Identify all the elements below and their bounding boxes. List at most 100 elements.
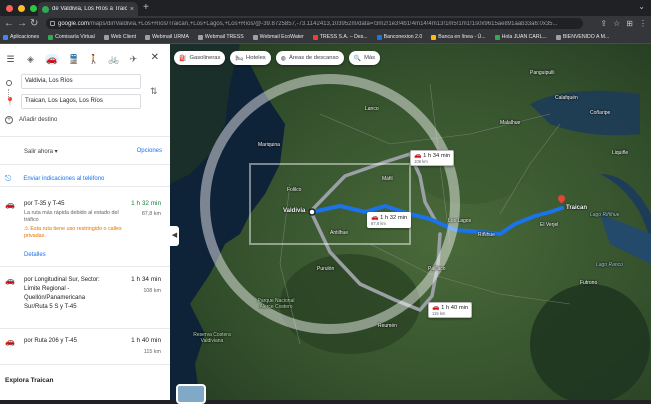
lock-icon <box>50 21 55 26</box>
directions-panel: ☰ ◈ 🚗 🚆 🚶 🚲 ✈ ✕ 📍 Valdivia, Los Ríos Tra… <box>0 44 170 400</box>
add-destination-button[interactable]: + Añadir destino <box>5 116 57 124</box>
mountain-patch <box>530 284 650 400</box>
place-label[interactable]: Máfil <box>382 176 393 182</box>
tab-search-icon[interactable]: ⌄ <box>638 2 645 11</box>
active-tab[interactable]: de Valdivia, Los Ríos a Traica... × <box>38 2 138 16</box>
place-label[interactable]: Coñaripe <box>590 110 610 116</box>
park-label[interactable]: Parque Nacional Alerce Costero <box>254 298 298 310</box>
place-label[interactable]: Paillaco <box>428 266 446 272</box>
tab-close-icon[interactable]: × <box>130 6 134 13</box>
best-mode-icon[interactable]: ◈ <box>25 54 36 65</box>
route-time-box-time: 🚗 1 h 34 min <box>414 152 450 159</box>
flight-mode-icon[interactable]: ✈ <box>128 54 139 65</box>
place-label[interactable]: Purulón <box>317 266 334 272</box>
lake-label[interactable]: Lago Ranco <box>596 262 623 268</box>
bookmark-item[interactable]: Webmail TRESS <box>197 34 244 40</box>
bookmark-favicon-icon <box>431 34 437 40</box>
chip-label: Gasolineras <box>189 55 221 61</box>
route-time-box-3[interactable]: 🚗 1 h 40 min 115 km <box>428 302 473 318</box>
gas-stations-icon: ⛽ <box>179 55 187 62</box>
rest-areas-icon: ◍ <box>280 55 286 62</box>
route-time-box-1[interactable]: 🚗 1 h 34 min 108 km <box>410 150 455 166</box>
place-label[interactable]: Lanco <box>365 106 379 112</box>
bookmark-favicon-icon <box>48 34 54 40</box>
reload-button[interactable]: ↻ <box>30 17 38 30</box>
place-label[interactable]: Liquiñe <box>612 150 628 156</box>
bookmark-item[interactable]: Hola JUAN CARL... <box>494 34 547 40</box>
route-time-box-selected[interactable]: 🚗 1 h 32 min 87,8 km <box>367 212 412 228</box>
place-label[interactable]: Panguipulli <box>530 70 554 76</box>
menu-icon[interactable]: ☰ <box>5 54 16 65</box>
back-button[interactable]: ← <box>4 17 14 30</box>
place-label[interactable]: Antilhue <box>330 230 348 236</box>
options-button[interactable]: Opciones <box>137 148 162 154</box>
place-label-destination[interactable]: Traican <box>566 205 587 211</box>
gas-stations-chip[interactable]: ⛽ Gasolineras <box>174 51 226 65</box>
route-time-box-distance: 115 km <box>432 311 446 316</box>
minimize-window-button[interactable] <box>18 5 25 12</box>
forward-button[interactable]: → <box>17 17 27 30</box>
bookmark-item[interactable]: Webmail EcoWater <box>252 34 304 40</box>
bookmark-item[interactable]: Banconexion 2.0 <box>376 34 422 40</box>
bookmark-label: Web Client <box>110 34 137 40</box>
swap-icon[interactable]: ⇅ <box>150 86 158 97</box>
bookmark-item[interactable]: Aplicaciones <box>3 34 39 40</box>
place-label-origin[interactable]: Valdivia <box>283 208 305 214</box>
bookmark-star-icon[interactable]: ☆ <box>613 17 620 30</box>
rest-areas-chip[interactable]: ◍ Áreas de descanso <box>275 51 344 65</box>
origin-marker[interactable] <box>308 208 316 216</box>
place-label[interactable]: Riñihue <box>478 232 495 238</box>
url-text: google.com/maps/dir/Valdivia,+Los+Ríos/T… <box>58 21 558 27</box>
close-window-button[interactable] <box>6 5 13 12</box>
place-label[interactable]: Reumén <box>378 323 397 329</box>
origin-input[interactable]: Valdivia, Los Ríos <box>21 74 141 89</box>
share-icon[interactable]: ⇪ <box>600 17 607 30</box>
browser-menu-icon[interactable]: ⋮ <box>639 17 647 30</box>
explore-destination-heading: Explora Traican <box>5 377 54 384</box>
place-label[interactable]: El Verjel <box>540 222 558 228</box>
park-label[interactable]: Reserva Costera Valdiviana <box>190 332 234 344</box>
browser-tab-bar: de Valdivia, Los Ríos a Traica... × + ⌄ <box>0 0 651 16</box>
route-details-link[interactable]: Detalles <box>24 252 46 258</box>
bookmark-item[interactable]: Webmail URMA <box>145 34 189 40</box>
bookmark-item[interactable]: Banca en línea - Ú... <box>431 34 486 40</box>
origin-circle-icon <box>6 80 12 86</box>
bookmark-item[interactable]: BIENVENIDO A M... <box>555 34 609 40</box>
bike-mode-icon[interactable]: 🚲 <box>108 54 119 65</box>
route-name: por T-35 y T-45 <box>24 201 65 207</box>
destination-input[interactable]: Traican, Los Lagos, Los Ríos <box>21 94 141 109</box>
bookmark-item[interactable]: TRESS S.A. – Des... <box>312 34 368 40</box>
bookmark-item[interactable]: Comisaría Virtual <box>48 34 95 40</box>
place-label[interactable]: Calafquén <box>555 95 578 101</box>
lake-label[interactable]: Lago Riñihue <box>590 212 619 218</box>
collapse-panel-button[interactable]: ◀ <box>170 226 179 246</box>
maximize-window-button[interactable] <box>30 5 37 12</box>
route-time-box-distance: 108 km <box>414 159 428 164</box>
close-directions-icon[interactable]: ✕ <box>151 52 159 63</box>
more-chip[interactable]: 🔍 Más <box>348 51 381 65</box>
more-icon: 🔍 <box>353 55 362 62</box>
place-label[interactable]: Los Lagos <box>448 218 471 224</box>
bookmark-item[interactable]: Web Client <box>103 34 137 40</box>
place-label[interactable]: Mariquina <box>258 142 280 148</box>
hotels-chip[interactable]: 🛏 Hoteles <box>230 51 271 65</box>
transit-mode-icon[interactable]: 🚆 <box>68 54 79 65</box>
url-input[interactable]: google.com/maps/dir/Valdivia,+Los+Ríos/T… <box>46 18 583 29</box>
walk-mode-icon[interactable]: 🚶 <box>88 54 99 65</box>
bookmarks-bar: Aplicaciones Comisaría Virtual Web Client W… <box>0 31 651 44</box>
send-to-phone-button[interactable]: ⎋ Enviar indicaciones al teléfono <box>5 174 104 184</box>
map-layers-button[interactable] <box>176 384 206 404</box>
place-label[interactable]: Malalhue <box>500 120 520 126</box>
bookmark-label: Banca en línea - Ú... <box>438 34 486 40</box>
extensions-icon[interactable]: ⊞ <box>626 17 633 30</box>
place-label[interactable]: Futrono <box>580 280 597 286</box>
maps-favicon-icon <box>42 5 49 13</box>
bookmark-favicon-icon <box>103 34 109 40</box>
place-label[interactable]: Folilco <box>287 187 301 193</box>
depart-now-dropdown[interactable]: Salir ahora ▾ <box>24 148 58 155</box>
car-mode-icon[interactable]: 🚗 <box>45 53 59 65</box>
route-warning: ⚠ Esta ruta tiene uso restringido o call… <box>24 226 122 239</box>
hotels-icon: 🛏 <box>235 55 244 62</box>
destination-pin-icon: 📍 <box>5 97 15 106</box>
new-tab-button[interactable]: + <box>143 2 149 13</box>
